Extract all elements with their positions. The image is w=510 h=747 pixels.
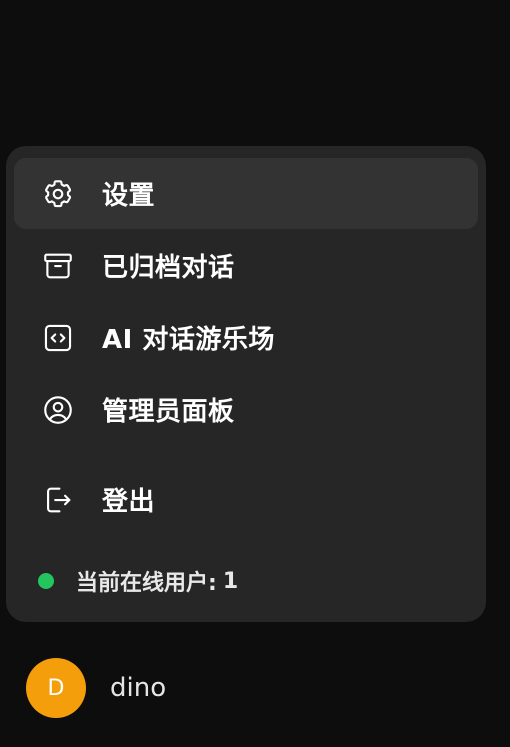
gear-icon [40,176,76,212]
archive-icon [40,248,76,284]
menu-item-label: 已归档对话 [102,253,235,283]
menu-item-logout[interactable]: 登出 [14,464,478,535]
user-menu: 设置 已归档对话 AI 对话游乐场 管理员面板 登出 当前在线用户: 1 [6,146,486,622]
code-icon [40,320,76,356]
online-users-status: 当前在线用户: 1 [38,566,238,596]
menu-item-label: AI 对话游乐场 [102,325,275,355]
user-profile-button[interactable]: D dino [26,658,166,718]
menu-item-label: 设置 [102,181,156,211]
avatar: D [26,658,86,718]
menu-item-label: 登出 [102,487,156,517]
menu-item-archived-chats[interactable]: 已归档对话 [14,230,478,301]
menu-item-admin-panel[interactable]: 管理员面板 [14,374,478,445]
online-dot-icon [38,573,54,589]
menu-item-label: 管理员面板 [102,397,235,427]
online-users-count: 1 [222,568,239,594]
logout-icon [40,482,76,518]
menu-item-settings[interactable]: 设置 [14,158,478,229]
online-users-label: 当前在线用户: [76,571,217,596]
menu-item-playground[interactable]: AI 对话游乐场 [14,302,478,373]
user-circle-icon [40,392,76,428]
user-name: dino [110,673,167,703]
